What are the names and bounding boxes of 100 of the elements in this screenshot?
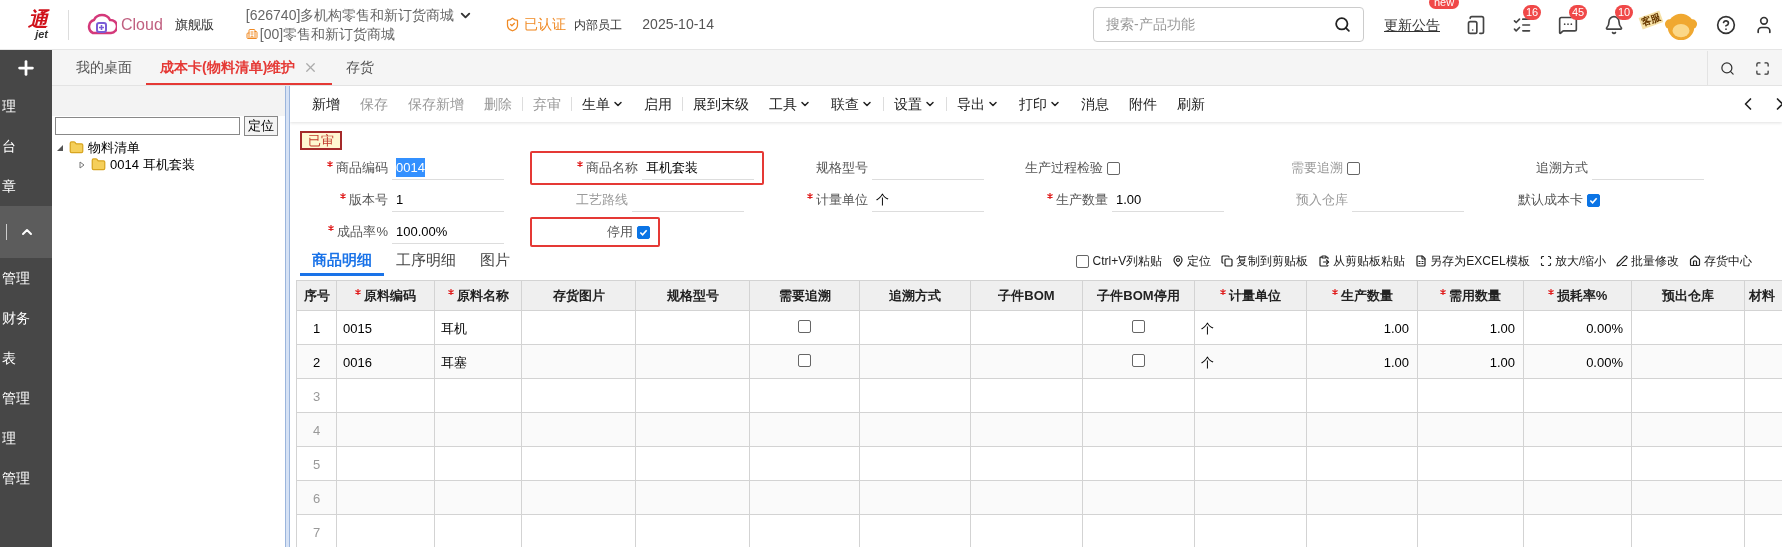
row-number: 3 <box>312 388 321 404</box>
checkbox[interactable] <box>798 319 811 333</box>
grid-tool-button[interactable]: 定位 <box>1172 252 1212 270</box>
locate-button[interactable]: 定位 <box>244 116 278 136</box>
detail-tab[interactable]: 工序明细 <box>384 248 468 276</box>
toolbar-button[interactable]: 展到末级 <box>683 93 759 115</box>
count-badge: 45 <box>1569 4 1588 20</box>
service-tag[interactable]: 客服 <box>1638 10 1664 29</box>
field-label: 需要追溯 <box>1291 159 1343 178</box>
input-field[interactable]: 100.00% <box>392 220 504 244</box>
checkbox[interactable] <box>1347 161 1360 175</box>
checkbox[interactable] <box>1132 353 1145 367</box>
row-number: 6 <box>312 490 321 506</box>
page-tab[interactable]: 存货 <box>332 51 389 85</box>
toolbar-button[interactable]: 导出 <box>947 93 1009 115</box>
chat-icon[interactable] <box>1558 14 1578 35</box>
table-cell: 0.00% <box>1586 320 1623 336</box>
column-header: 材料 <box>1744 280 1782 311</box>
field-label: 商品名称 <box>577 158 638 178</box>
field-label: 成品率% <box>328 222 388 242</box>
field-label: 追溯方式 <box>1536 159 1588 178</box>
toolbar-button[interactable]: 联查 <box>821 93 883 115</box>
column-header: 子件BOM停用 <box>1082 280 1195 311</box>
grid-tool-button[interactable]: 从剪贴板粘贴 <box>1318 252 1406 270</box>
notice-link[interactable]: 更新公告 <box>1384 16 1440 33</box>
grid-tool-button[interactable]: 另存为EXCEL模板 <box>1415 252 1530 270</box>
checkbox[interactable] <box>1132 319 1145 333</box>
checkbox[interactable] <box>637 225 650 239</box>
table-cell: 0016 <box>343 354 372 370</box>
toolbar-button[interactable]: 刷新 <box>1167 93 1215 115</box>
bell-icon[interactable] <box>1604 14 1624 35</box>
tool-label[interactable]: Ctrl+V列粘贴 <box>1092 252 1163 270</box>
toolbar-button[interactable]: 启用 <box>634 93 682 115</box>
sidebar-item[interactable]: 理 <box>2 427 16 449</box>
add-icon[interactable] <box>15 57 37 79</box>
sidebar-item[interactable]: 台 <box>2 135 16 157</box>
tablet-icon[interactable] <box>1466 14 1486 35</box>
home-icon <box>1689 255 1701 267</box>
toolbar-button[interactable]: 消息 <box>1071 93 1119 115</box>
table-cell: 1.00 <box>1489 354 1515 370</box>
input-field[interactable]: 个 <box>872 188 984 212</box>
checkbox[interactable] <box>1075 254 1089 268</box>
sidebar-item[interactable]: 管理 <box>2 387 30 409</box>
toolbar-button[interactable]: 生单 <box>572 93 634 115</box>
tree-search-field[interactable] <box>55 117 240 135</box>
row-number: 5 <box>312 456 321 472</box>
new-badge: new <box>1429 0 1460 9</box>
checkbox[interactable] <box>1107 161 1120 175</box>
pin-icon <box>1172 255 1185 267</box>
row-number: 7 <box>312 524 321 540</box>
logo-subtext: jet <box>35 29 48 40</box>
field-label: 预入仓库 <box>1296 191 1348 210</box>
search-icon[interactable] <box>1720 60 1735 76</box>
detail-tab[interactable]: 商品明细 <box>300 248 384 276</box>
sidebar-item[interactable]: 管理 <box>2 267 30 289</box>
toolbar-button[interactable]: 设置 <box>884 93 946 115</box>
page-tab[interactable]: 我的桌面 <box>62 51 146 85</box>
folder-icon <box>91 157 106 172</box>
user-icon[interactable] <box>1754 14 1774 35</box>
toolbar-button[interactable]: 新增 <box>302 93 350 115</box>
table-cell: 1.00 <box>1489 320 1515 336</box>
grid-tool-button[interactable]: 放大/缩小 <box>1539 252 1606 270</box>
toolbar-button[interactable]: 附件 <box>1119 93 1167 115</box>
table-cell: 1.00 <box>1383 320 1409 336</box>
input-field[interactable]: 1.00 <box>1112 188 1224 212</box>
column-header: 生产数量 <box>1306 280 1418 311</box>
field-label: 工艺路线 <box>576 191 628 210</box>
expander-icon[interactable] <box>56 143 65 152</box>
clipboard-icon <box>1318 255 1331 267</box>
toolbar-button[interactable]: 工具 <box>759 93 821 115</box>
fullscreen-icon[interactable] <box>1755 60 1770 76</box>
column-header: 子件BOM <box>970 280 1083 311</box>
help-icon[interactable] <box>1716 14 1736 35</box>
expander-icon[interactable] <box>78 160 87 169</box>
date-label: 2025-10-14 <box>642 15 714 34</box>
grid-tool-button[interactable]: 复制到剪贴板 <box>1221 252 1309 270</box>
sidebar-item[interactable]: 表 <box>2 347 16 369</box>
sidebar-item[interactable]: 管理 <box>2 467 30 489</box>
table-cell: 耳机 <box>441 320 467 336</box>
edition-label: 旗舰版 <box>174 15 214 34</box>
toolbar-button[interactable]: 打印 <box>1009 93 1071 115</box>
sidebar-item[interactable]: 财务 <box>2 307 30 329</box>
product-name: Cloud <box>121 14 163 35</box>
checkbox[interactable] <box>798 353 811 367</box>
row-number: 4 <box>312 422 321 438</box>
company-name[interactable]: [626740]多机构零售和新订货商城 <box>245 5 455 25</box>
column-header: 规格型号 <box>635 280 750 311</box>
role-label: 内部员工 <box>574 16 623 34</box>
sidebar-item[interactable]: 理 <box>2 95 16 117</box>
input-field[interactable]: 1 <box>392 188 504 212</box>
sidebar-item[interactable]: 章 <box>2 175 16 197</box>
grid-tool-button[interactable]: 批量修改 <box>1616 252 1679 270</box>
certified-label: 已认证 <box>524 15 567 34</box>
checkbox[interactable] <box>1587 193 1600 207</box>
detail-tab[interactable]: 图片 <box>468 248 522 276</box>
input-field[interactable]: 耳机套装 <box>642 156 754 180</box>
org-name: [00]零售和新订货商城 <box>259 24 396 44</box>
search-icon[interactable] <box>1334 16 1351 33</box>
grid-tool-button[interactable]: 存货中心 <box>1689 252 1752 270</box>
column-header: 需要追溯 <box>749 280 860 311</box>
